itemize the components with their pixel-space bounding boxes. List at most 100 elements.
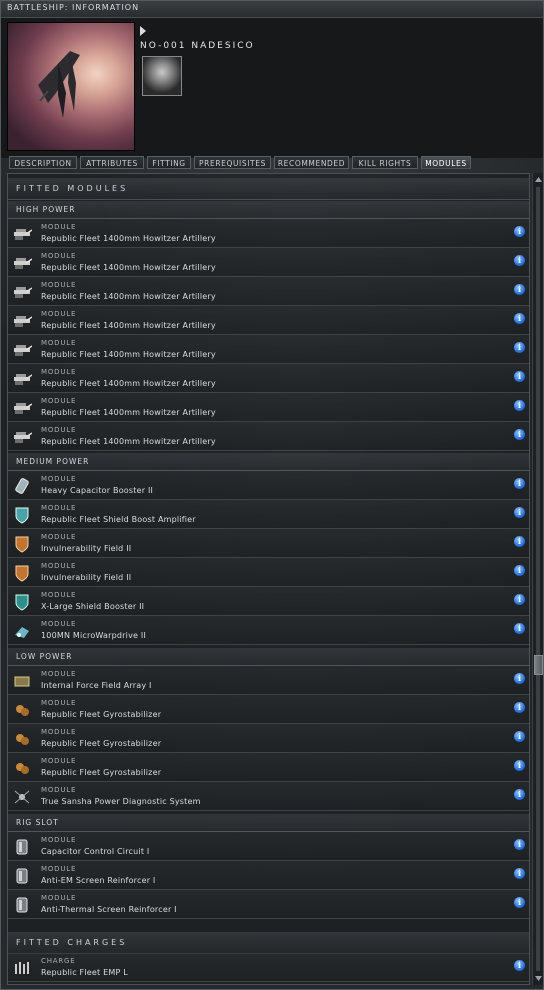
info-icon[interactable]: i: [514, 284, 525, 295]
scroll-track[interactable]: [536, 187, 540, 971]
row-category: MODULE: [41, 728, 77, 736]
info-icon[interactable]: i: [514, 565, 525, 576]
scroll-thumb[interactable]: [534, 655, 543, 675]
title-bar[interactable]: BATTLESHIP: INFORMATION: [1, 1, 543, 18]
info-icon[interactable]: i: [514, 313, 525, 324]
row-category: MODULE: [41, 591, 77, 599]
gyrostabilizer-icon: [16, 734, 29, 745]
row-category: MODULE: [41, 865, 77, 873]
info-icon[interactable]: i: [514, 897, 525, 908]
expand-arrow-icon[interactable]: [140, 26, 146, 36]
module-row[interactable]: MODULE Heavy Capacitor Booster II i: [8, 471, 529, 500]
module-row[interactable]: MODULE Capacitor Control Circuit I i: [8, 832, 529, 861]
module-row[interactable]: MODULE True Sansha Power Diagnostic Syste…: [8, 782, 529, 811]
module-row[interactable]: MODULE Republic Fleet Gyrostabilizer i: [8, 724, 529, 753]
row-item-name: X-Large Shield Booster II: [41, 602, 145, 611]
tab-attributes[interactable]: ATTRIBUTES: [80, 156, 144, 169]
module-row[interactable]: MODULE Anti-Thermal Screen Reinforcer I i: [8, 890, 529, 919]
info-icon[interactable]: i: [514, 731, 525, 742]
shield-amplifier-icon: [15, 507, 29, 524]
row-category: MODULE: [41, 757, 77, 765]
row-category: MODULE: [41, 223, 77, 231]
microwarpdrive-icon: [15, 627, 29, 638]
info-icon[interactable]: i: [514, 760, 525, 771]
info-icon[interactable]: i: [514, 673, 525, 684]
tab-prerequisites[interactable]: PREREQUISITES: [194, 156, 271, 169]
row-item-name: Republic Fleet 1400mm Howitzer Artillery: [41, 292, 216, 301]
row-item-name: Capacitor Control Circuit I: [41, 847, 150, 856]
module-row[interactable]: MODULE Republic Fleet 1400mm Howitzer Art…: [8, 393, 529, 422]
module-row[interactable]: MODULE Invulnerability Field II i: [8, 558, 529, 587]
info-icon[interactable]: i: [514, 702, 525, 713]
module-row[interactable]: MODULE Invulnerability Field II i: [8, 529, 529, 558]
info-icon[interactable]: i: [514, 789, 525, 800]
section-high-power: HIGH POWER: [8, 201, 529, 219]
module-row[interactable]: MODULE Republic Fleet 1400mm Howitzer Art…: [8, 219, 529, 248]
artillery-icon: [14, 316, 32, 327]
info-icon[interactable]: i: [514, 226, 525, 237]
tab-kill-rights[interactable]: KILL RIGHTS: [352, 156, 418, 169]
invulnerability-field-icon: [15, 565, 29, 582]
section-low-power: LOW POWER: [8, 648, 529, 666]
row-category: MODULE: [41, 699, 77, 707]
row-item-name: Anti-EM Screen Reinforcer I: [41, 876, 156, 885]
scroll-down-icon[interactable]: [534, 974, 543, 983]
module-row[interactable]: MODULE Anti-EM Screen Reinforcer I i: [8, 861, 529, 890]
gyrostabilizer-icon: [16, 705, 29, 716]
info-icon[interactable]: i: [514, 594, 525, 605]
info-icon[interactable]: i: [514, 536, 525, 547]
artillery-icon: [14, 403, 32, 414]
force-field-array-icon: [14, 676, 30, 687]
info-icon[interactable]: i: [514, 255, 525, 266]
module-row[interactable]: MODULE Republic Fleet 1400mm Howitzer Art…: [8, 306, 529, 335]
row-item-name: Republic Fleet 1400mm Howitzer Artillery: [41, 437, 216, 446]
row-category: MODULE: [41, 620, 77, 628]
ship-header: NO-001 NADESICO: [1, 18, 543, 158]
module-row[interactable]: MODULE Republic Fleet 1400mm Howitzer Art…: [8, 335, 529, 364]
tab-recommended[interactable]: RECOMMENDED: [274, 156, 349, 169]
pilot-portrait[interactable]: [142, 56, 182, 96]
scroll-up-icon[interactable]: [534, 175, 543, 184]
module-row[interactable]: MODULE Republic Fleet 1400mm Howitzer Art…: [8, 248, 529, 277]
module-row[interactable]: MODULE Internal Force Field Array I i: [8, 666, 529, 695]
info-icon[interactable]: i: [514, 478, 525, 489]
section-medium-power: MEDIUM POWER: [8, 453, 529, 471]
row-category: MODULE: [41, 670, 77, 678]
info-icon[interactable]: i: [514, 400, 525, 411]
module-row[interactable]: MODULE Republic Fleet 1400mm Howitzer Art…: [8, 364, 529, 393]
module-row[interactable]: MODULE 100MN MicroWarpdrive II i: [8, 616, 529, 645]
row-item-name: Republic Fleet 1400mm Howitzer Artillery: [41, 321, 216, 330]
row-category: MODULE: [41, 786, 77, 794]
tab-modules[interactable]: MODULES: [421, 156, 471, 169]
rig-icon: [16, 839, 28, 855]
info-icon[interactable]: i: [514, 429, 525, 440]
artillery-icon: [14, 229, 32, 240]
charge-row[interactable]: CHARGE Republic Fleet EMP L i: [8, 953, 529, 982]
module-row[interactable]: MODULE Republic Fleet 1400mm Howitzer Art…: [8, 277, 529, 306]
ship-name: NO-001 NADESICO: [140, 41, 255, 51]
row-category: MODULE: [41, 426, 77, 434]
scrollbar[interactable]: [532, 173, 543, 985]
module-row[interactable]: MODULE X-Large Shield Booster II i: [8, 587, 529, 616]
fitted-charges-header: FITTED CHARGES: [8, 932, 529, 954]
row-category: MODULE: [41, 339, 77, 347]
module-row[interactable]: MODULE Republic Fleet Shield Boost Amplif…: [8, 500, 529, 529]
module-row[interactable]: MODULE Republic Fleet Gyrostabilizer i: [8, 695, 529, 724]
info-icon[interactable]: i: [514, 839, 525, 850]
row-item-name: Republic Fleet Shield Boost Amplifier: [41, 515, 196, 524]
row-item-name: Republic Fleet 1400mm Howitzer Artillery: [41, 350, 216, 359]
info-icon[interactable]: i: [514, 371, 525, 382]
module-row[interactable]: MODULE Republic Fleet 1400mm Howitzer Art…: [8, 422, 529, 451]
row-item-name: Republic Fleet 1400mm Howitzer Artillery: [41, 379, 216, 388]
row-item-name: Republic Fleet 1400mm Howitzer Artillery: [41, 408, 216, 417]
info-icon[interactable]: i: [514, 623, 525, 634]
tab-fitting[interactable]: FITTING: [147, 156, 191, 169]
artillery-icon: [14, 345, 32, 356]
module-row[interactable]: MODULE Republic Fleet Gyrostabilizer i: [8, 753, 529, 782]
info-icon[interactable]: i: [514, 342, 525, 353]
window-title: BATTLESHIP: INFORMATION: [7, 3, 140, 12]
info-icon[interactable]: i: [514, 960, 525, 971]
tab-description[interactable]: DESCRIPTION: [9, 156, 77, 169]
info-icon[interactable]: i: [514, 868, 525, 879]
info-icon[interactable]: i: [514, 507, 525, 518]
